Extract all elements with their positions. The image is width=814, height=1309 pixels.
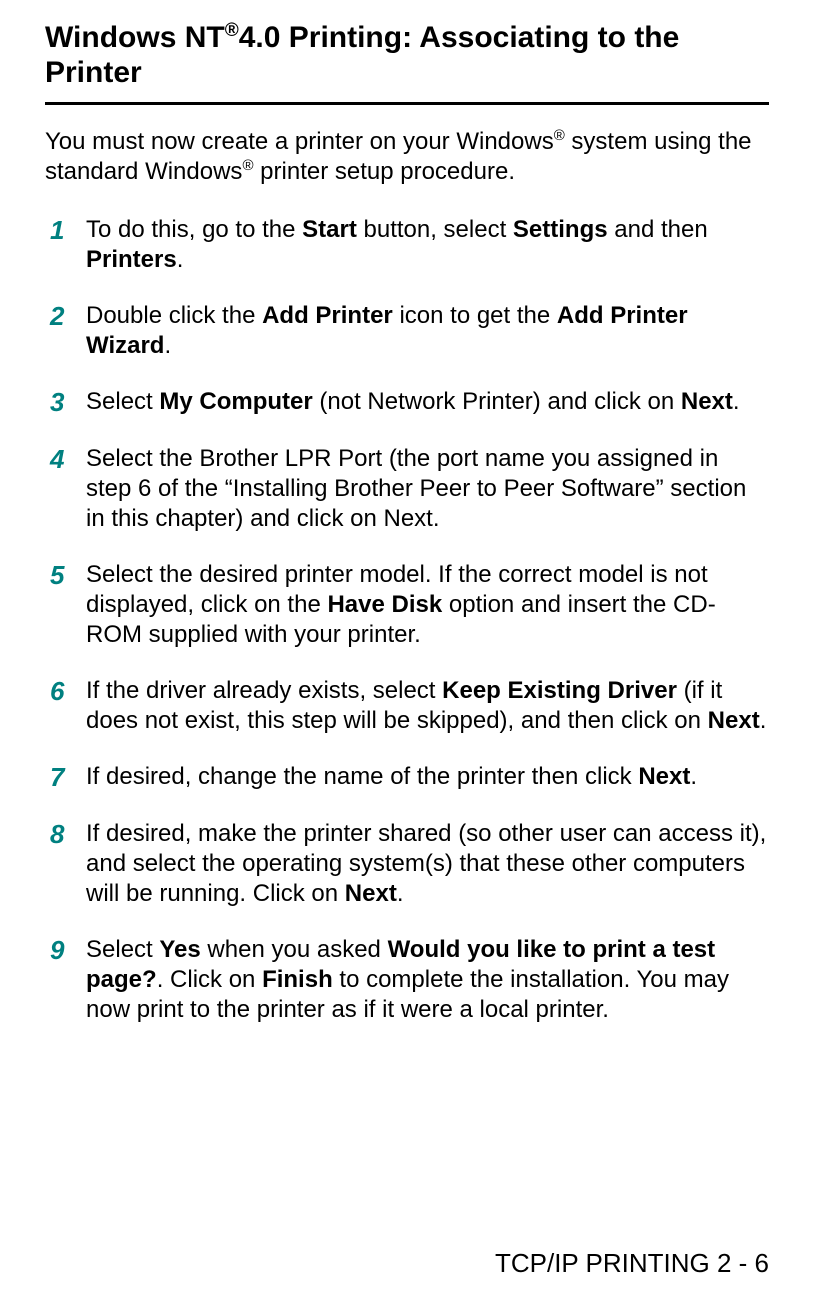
step-number: 5	[50, 560, 86, 591]
plain-text: when you asked	[201, 936, 388, 963]
plain-text: .	[690, 763, 697, 790]
plain-text: Select	[86, 388, 159, 415]
intro-text-3: printer setup procedure.	[254, 158, 515, 185]
plain-text: Select	[86, 936, 159, 963]
step-number: 6	[50, 676, 86, 707]
bold-text: Settings	[513, 216, 608, 243]
step-item: 5Select the desired printer model. If th…	[50, 560, 769, 650]
plain-text: .	[760, 707, 767, 734]
bold-text: Keep Existing Driver	[442, 677, 677, 704]
step-item: 4Select the Brother LPR Port (the port n…	[50, 444, 769, 534]
step-text: To do this, go to the Start button, sele…	[86, 215, 769, 275]
bold-text: My Computer	[159, 388, 312, 415]
step-item: 8If desired, make the printer shared (so…	[50, 819, 769, 909]
bold-text: Have Disk	[327, 591, 442, 618]
plain-text: Select the Brother LPR Port (the port na…	[86, 445, 746, 532]
plain-text: . Click on	[157, 966, 262, 993]
plain-text: .	[397, 880, 404, 907]
step-number: 3	[50, 387, 86, 418]
step-text: Select the desired printer model. If the…	[86, 560, 769, 650]
step-item: 9Select Yes when you asked Would you lik…	[50, 935, 769, 1025]
plain-text: icon to get the	[393, 302, 557, 329]
step-number: 9	[50, 935, 86, 966]
step-number: 4	[50, 444, 86, 475]
step-text: Double click the Add Printer icon to get…	[86, 301, 769, 361]
step-text: If desired, make the printer shared (so …	[86, 819, 769, 909]
bold-text: Add Printer	[262, 302, 393, 329]
page-footer: TCP/IP PRINTING 2 - 6	[495, 1248, 769, 1279]
bold-text: Next	[708, 707, 760, 734]
step-text: If the driver already exists, select Kee…	[86, 676, 769, 736]
steps-list: 1To do this, go to the Start button, sel…	[45, 215, 769, 1025]
plain-text: If desired, make the printer shared (so …	[86, 820, 766, 907]
bold-text: Next	[681, 388, 733, 415]
plain-text: Double click the	[86, 302, 262, 329]
intro-paragraph: You must now create a printer on your Wi…	[45, 127, 769, 187]
bold-text: Printers	[86, 246, 177, 273]
plain-text: .	[164, 332, 171, 359]
step-item: 2Double click the Add Printer icon to ge…	[50, 301, 769, 361]
plain-text: To do this, go to the	[86, 216, 302, 243]
plain-text: .	[733, 388, 740, 415]
bold-text: Next	[345, 880, 397, 907]
step-text: Select Yes when you asked Would you like…	[86, 935, 769, 1025]
plain-text: If desired, change the name of the print…	[86, 763, 638, 790]
plain-text: (not Network Printer) and click on	[313, 388, 681, 415]
plain-text: .	[177, 246, 184, 273]
step-number: 2	[50, 301, 86, 332]
plain-text: and then	[608, 216, 708, 243]
plain-text: If the driver already exists, select	[86, 677, 442, 704]
step-item: 1To do this, go to the Start button, sel…	[50, 215, 769, 275]
step-text: Select the Brother LPR Port (the port na…	[86, 444, 769, 534]
bold-text: Yes	[159, 936, 200, 963]
plain-text: button, select	[357, 216, 513, 243]
step-number: 7	[50, 762, 86, 793]
intro-registered-1: ®	[554, 127, 565, 144]
bold-text: Finish	[262, 966, 333, 993]
step-text: Select My Computer (not Network Printer)…	[86, 387, 769, 417]
step-item: 3Select My Computer (not Network Printer…	[50, 387, 769, 418]
bold-text: Start	[302, 216, 357, 243]
bold-text: Next	[638, 763, 690, 790]
intro-registered-2: ®	[242, 157, 253, 174]
intro-text-1: You must now create a printer on your Wi…	[45, 128, 554, 155]
heading-pre: Windows NT	[45, 21, 225, 54]
heading-registered: ®	[225, 20, 239, 41]
step-item: 6If the driver already exists, select Ke…	[50, 676, 769, 736]
page-heading: Windows NT®4.0 Printing: Associating to …	[45, 20, 769, 105]
step-number: 1	[50, 215, 86, 246]
step-item: 7If desired, change the name of the prin…	[50, 762, 769, 793]
step-number: 8	[50, 819, 86, 850]
step-text: If desired, change the name of the print…	[86, 762, 769, 792]
